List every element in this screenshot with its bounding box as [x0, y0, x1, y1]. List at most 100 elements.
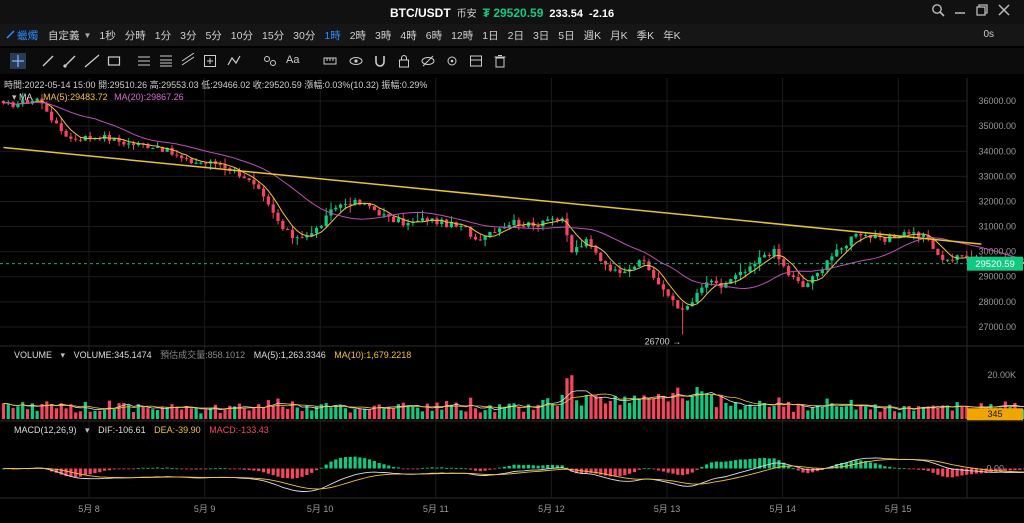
volume-bar	[411, 406, 415, 419]
volume-bar	[555, 405, 559, 419]
volume-bar	[305, 405, 309, 419]
candle-body	[324, 215, 328, 226]
ma5-line	[3, 100, 1024, 306]
volume-bar	[772, 406, 776, 419]
volume-bar	[170, 404, 174, 419]
price-tick-label: 34000.00	[978, 146, 1016, 156]
candle-body	[931, 238, 935, 249]
volume-bar	[348, 412, 352, 419]
volume-bar	[960, 406, 964, 419]
macd-bar	[531, 465, 535, 469]
ma-collapse-icon[interactable]: ▾	[12, 92, 17, 102]
candle-body	[406, 223, 410, 226]
macd-bar	[700, 467, 704, 469]
volume-bar	[213, 404, 217, 419]
volume-bar	[628, 402, 632, 419]
candle-body	[319, 225, 323, 228]
volume-bar	[647, 398, 651, 419]
candle-body	[180, 155, 184, 159]
macd-bar	[724, 461, 728, 469]
candle-body	[709, 280, 714, 283]
volume-bar	[921, 407, 926, 419]
volume-bar	[64, 408, 68, 419]
macd-bar	[1013, 468, 1017, 471]
volume-bar	[575, 400, 579, 419]
candle-body	[314, 227, 319, 234]
price-tick-label: 27000.00	[978, 322, 1016, 332]
volume-bar	[464, 411, 468, 419]
macd-bar	[522, 465, 526, 469]
volume-bar	[599, 396, 603, 419]
candle-body	[435, 218, 439, 225]
candle-body	[839, 248, 844, 250]
volume-bar	[878, 411, 882, 419]
volume-bar	[695, 387, 699, 419]
volume-bar	[844, 406, 848, 419]
macd-bar	[628, 468, 632, 474]
volume-bar	[1, 403, 6, 419]
macd-bar	[950, 468, 954, 478]
macd-bar	[339, 457, 343, 469]
volume-bar	[444, 400, 449, 419]
macd-bar	[401, 468, 405, 470]
volume-bar	[266, 400, 270, 419]
volume-bar	[767, 406, 771, 419]
volume-bar	[78, 411, 83, 419]
macd-bar	[743, 459, 747, 469]
volume-bar	[281, 406, 285, 419]
macd-bar	[796, 468, 800, 471]
price-tick-label: 33000.00	[978, 171, 1016, 181]
macd-bar	[921, 468, 926, 471]
macd-bar	[117, 468, 121, 470]
volume-bar	[709, 394, 714, 419]
x-tick-label: 5月 12	[538, 504, 565, 514]
x-tick-label: 5月 8	[78, 504, 100, 514]
macd-bar	[791, 468, 795, 470]
volume-bar	[406, 405, 410, 419]
volume-bar	[146, 408, 150, 419]
x-tick-label: 5月 15	[885, 504, 912, 514]
candle-body	[632, 266, 637, 270]
macd-bar	[348, 456, 352, 469]
volume-collapse-icon[interactable]: ▾	[61, 350, 66, 360]
macd-bar	[512, 464, 516, 469]
volume-bar	[242, 408, 246, 419]
volume-bar	[815, 405, 820, 419]
candle-body	[945, 259, 950, 261]
volume-bar	[286, 409, 290, 419]
macd-collapse-icon[interactable]: ▾	[85, 425, 90, 435]
price-tick-label: 31000.00	[978, 222, 1016, 232]
macd-bar	[146, 467, 150, 469]
volume-bar	[820, 406, 824, 419]
macd-bar	[536, 465, 540, 469]
volume-bar	[131, 412, 136, 419]
macd-bar	[141, 467, 145, 469]
macd-dif: DIF:-106.61	[98, 425, 146, 435]
macd-bar	[931, 468, 935, 473]
macd-bar	[517, 464, 521, 469]
macd-bar	[98, 468, 102, 473]
volume-bar	[801, 405, 805, 419]
candle-body	[835, 249, 839, 257]
volume-tick-label: 20.00K	[987, 370, 1016, 380]
candle-body	[550, 218, 555, 220]
volume-bar	[180, 409, 184, 419]
volume-bar	[459, 410, 463, 419]
candle-body	[854, 234, 858, 237]
macd-bar	[367, 459, 372, 469]
macd-bar	[965, 468, 969, 475]
volume-bar	[835, 406, 839, 419]
macd-bar	[295, 468, 299, 478]
volume-bar	[454, 402, 458, 419]
volume-bar	[93, 410, 97, 419]
volume-bar	[546, 398, 550, 419]
volume-bar	[88, 411, 92, 419]
candle-body	[497, 228, 502, 233]
macd-bar	[416, 468, 420, 470]
candle-body	[339, 204, 343, 208]
trend-line[interactable]	[3, 146, 982, 245]
volume-bar	[854, 409, 858, 419]
macd-bar	[204, 468, 208, 470]
volume-bar	[950, 410, 954, 419]
candle-body	[522, 225, 526, 227]
